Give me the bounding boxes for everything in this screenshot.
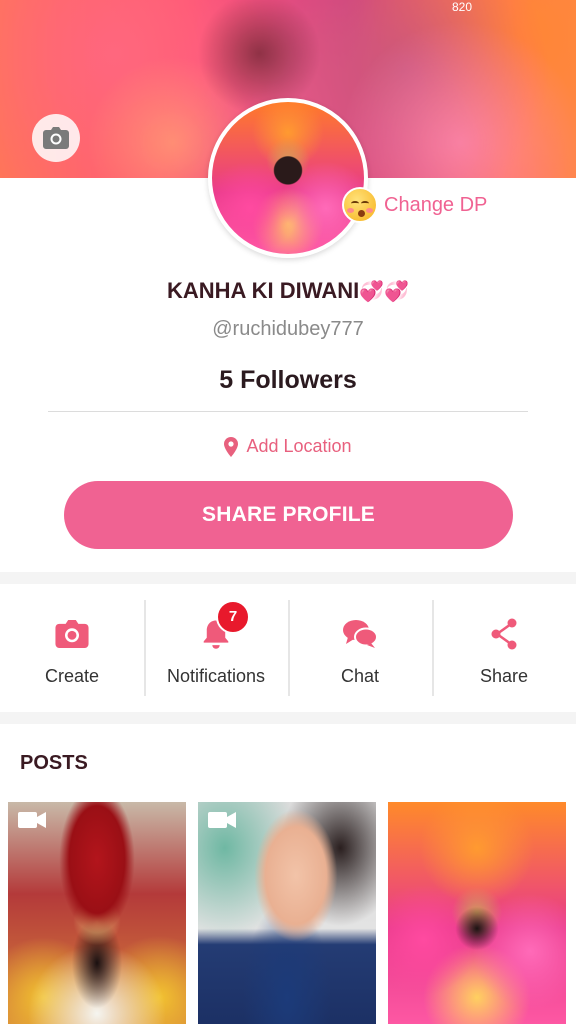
- kissing-face-icon: [342, 187, 378, 223]
- followers-count[interactable]: 5 Followers: [0, 366, 576, 395]
- post-thumbnail[interactable]: [388, 802, 566, 1024]
- share-label: Share: [479, 665, 529, 686]
- notifications-button[interactable]: 7 Notifications: [144, 584, 288, 712]
- chat-icon: [343, 619, 378, 648]
- change-dp-button[interactable]: Change DP: [342, 187, 488, 223]
- posts-title: POSTS: [20, 752, 88, 774]
- hearts-emoji: 💞💞: [359, 281, 410, 303]
- profile-handle: @ruchidubey777: [212, 318, 364, 340]
- profile-name: KANHA KI DIWANI💞💞: [0, 278, 576, 304]
- divider: [48, 411, 528, 412]
- add-location-label: Add Location: [246, 436, 352, 456]
- action-bar: Create 7 Notifications Chat Share: [0, 584, 576, 712]
- status-time: 820: [451, 0, 472, 14]
- video-icon: [208, 812, 236, 828]
- notifications-label: Notifications: [166, 665, 266, 686]
- share-icon: [491, 618, 517, 649]
- chat-label: Chat: [340, 665, 380, 686]
- location-pin-icon: [224, 436, 239, 457]
- chat-button[interactable]: Chat: [288, 584, 432, 712]
- camera-icon: [43, 127, 69, 149]
- change-dp-label: Change DP: [384, 193, 488, 216]
- posts-section: POSTS: [0, 724, 576, 1024]
- notification-badge: 7: [216, 599, 250, 634]
- post-thumbnail[interactable]: [198, 802, 376, 1024]
- camera-icon: [55, 619, 89, 648]
- share-profile-button[interactable]: SHARE PROFILE: [64, 481, 513, 549]
- profile-name-text: KANHA KI DIWANI: [166, 278, 360, 303]
- add-location-link[interactable]: Add Location: [0, 436, 576, 457]
- video-icon: [18, 812, 46, 828]
- post-thumbnail[interactable]: [8, 802, 186, 1024]
- create-label: Create: [44, 665, 100, 686]
- create-button[interactable]: Create: [0, 584, 144, 712]
- profile-avatar[interactable]: [208, 98, 368, 258]
- share-button[interactable]: Share: [432, 584, 576, 712]
- cover-camera-button[interactable]: [32, 114, 80, 162]
